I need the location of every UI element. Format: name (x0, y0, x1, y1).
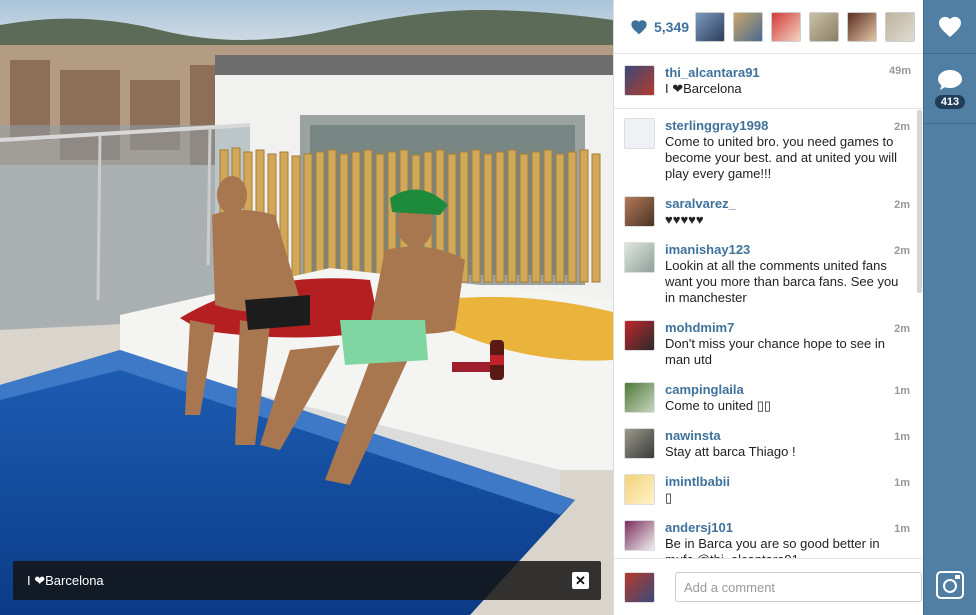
likes-bar: 5,349 (614, 0, 923, 54)
comment-item: imintlbabii ▯ 1m (614, 466, 922, 512)
comment-time: 1m (894, 477, 910, 489)
comment-time: 2m (894, 323, 910, 335)
liker-avatar[interactable] (733, 11, 763, 42)
comment-text: Come to united bro. you need games to be… (665, 134, 897, 181)
comment-composer (614, 558, 922, 615)
avatar[interactable] (624, 320, 655, 351)
comment-username[interactable]: saralvarez_ (665, 196, 910, 212)
comment-username[interactable]: imanishay123 (665, 242, 910, 258)
liker-avatar[interactable] (809, 11, 839, 42)
likes-count-value: 5,349 (654, 18, 690, 35)
comment-text: ▯ (665, 490, 673, 505)
comment-text: Stay att barca Thiago ! (665, 444, 796, 459)
speech-bubble-icon (938, 69, 962, 90)
post-photo: I ❤Barcelona ✕ (0, 0, 613, 615)
photo-caption-text: I ❤Barcelona (27, 572, 104, 588)
heart-icon (939, 16, 961, 37)
comment-username[interactable]: thi_alcantara91 (665, 65, 911, 81)
comment-item: imanishay123 Lookin at all the comments … (614, 234, 922, 312)
comment-text: Lookin at all the comments united fans w… (665, 258, 899, 305)
comment-text: Be in Barca you are so good better in mu… (665, 536, 880, 558)
comment-username[interactable]: andersj101 (665, 520, 910, 536)
comment-time: 2m (894, 199, 910, 211)
comments-panel: 5,349 thi_alcantara91 I ❤Barcelona 49m s… (613, 0, 923, 615)
like-button[interactable] (924, 0, 976, 54)
comments-scrollbar[interactable] (917, 110, 922, 293)
comment-item: andersj101 Be in Barca you are so good b… (614, 512, 922, 558)
comment-text: Don't miss your chance hope to see in ma… (665, 336, 885, 367)
comment-input[interactable] (675, 572, 922, 602)
heart-icon (631, 19, 647, 34)
avatar[interactable] (624, 242, 655, 273)
photo-caption-bar: I ❤Barcelona ✕ (13, 561, 601, 600)
comment-text: ♥♥♥♥♥ (665, 212, 704, 227)
avatar[interactable] (624, 474, 655, 505)
comment-item: campinglaila Come to united ▯▯ 1m (614, 374, 922, 420)
comment-item: mohdmim7 Don't miss your chance hope to … (614, 312, 922, 374)
comment-text: I ❤Barcelona (665, 81, 742, 96)
comment-time: 1m (894, 431, 910, 443)
avatar[interactable] (624, 520, 655, 551)
avatar[interactable] (624, 118, 655, 149)
actions-bar: 413 (923, 0, 976, 615)
comment-time: 49m (888, 65, 911, 77)
liker-avatar[interactable] (885, 11, 915, 42)
comment-text: Come to united ▯▯ (665, 398, 772, 413)
comment-username[interactable]: nawinsta (665, 428, 910, 444)
instagram-logo-icon[interactable] (936, 571, 964, 599)
comment-button[interactable]: 413 (924, 54, 976, 124)
comment-item: nawinsta Stay att barca Thiago ! 1m (614, 420, 922, 466)
comment-time: 2m (894, 245, 910, 257)
comment-username[interactable]: sterlinggray1998 (665, 118, 910, 134)
comment-time: 1m (894, 523, 910, 535)
comment-time: 1m (894, 385, 910, 397)
liker-avatar[interactable] (847, 11, 877, 42)
avatar (624, 571, 655, 603)
comment-item: sterlinggray1998 Come to united bro. you… (614, 110, 922, 188)
comment-item: saralvarez_ ♥♥♥♥♥ 2m (614, 188, 922, 234)
avatar[interactable] (624, 65, 655, 96)
caption-comment: thi_alcantara91 I ❤Barcelona 49m (614, 54, 923, 109)
liker-avatar[interactable] (771, 11, 801, 42)
avatar[interactable] (624, 382, 655, 413)
comment-username[interactable]: campinglaila (665, 382, 910, 398)
comment-username[interactable]: mohdmim7 (665, 320, 910, 336)
avatar[interactable] (624, 428, 655, 459)
comment-username[interactable]: imintlbabii (665, 474, 910, 490)
comment-time: 2m (894, 121, 910, 133)
comment-count-badge: 413 (934, 94, 966, 109)
likes-count[interactable]: 5,349 (614, 19, 695, 35)
comments-list[interactable]: sterlinggray1998 Come to united bro. you… (614, 110, 922, 558)
avatar[interactable] (624, 196, 655, 227)
liker-avatar[interactable] (695, 11, 725, 42)
close-icon[interactable]: ✕ (572, 572, 589, 589)
